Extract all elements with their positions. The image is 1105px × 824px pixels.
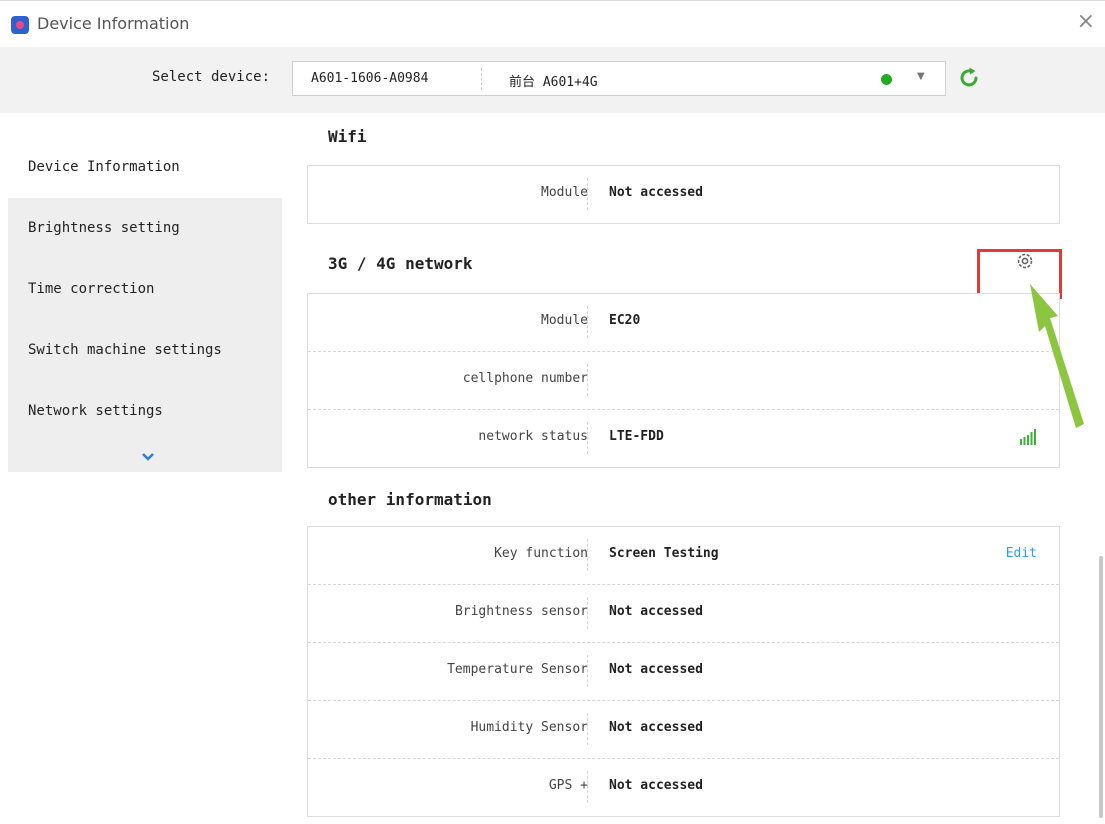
table-row: Module Not accessed: [308, 166, 1059, 223]
row-label: Humidity Sensor: [470, 720, 588, 735]
app-icon: [11, 16, 29, 34]
table-row: GPS + Not accessed: [308, 759, 1059, 816]
row-value: EC20: [609, 313, 641, 328]
row-label: Module: [541, 313, 588, 328]
select-device-label: Select device:: [152, 69, 271, 85]
row-value: Not accessed: [609, 778, 703, 793]
row-label: cellphone number: [462, 371, 588, 386]
table-row: Temperature Sensor Not accessed: [308, 643, 1059, 701]
device-id: A601-1606-A0984: [311, 71, 429, 86]
row-divider: [587, 422, 588, 454]
sidebar-item-time-correction[interactable]: Time correction: [8, 259, 282, 320]
device-select[interactable]: A601-1606-A0984 前台 A601+4G ▼: [292, 61, 946, 96]
select-divider: [481, 68, 482, 90]
row-divider: [587, 306, 588, 338]
row-label: GPS +: [548, 778, 588, 793]
row-divider: [587, 178, 588, 210]
row-divider: [587, 655, 588, 687]
row-value: Not accessed: [609, 720, 703, 735]
dropdown-caret-icon[interactable]: ▼: [917, 71, 925, 82]
wifi-section-title: Wifi: [328, 127, 367, 146]
table-row: Key function Screen Testing Edit: [308, 527, 1059, 585]
row-value: LTE-FDD: [609, 429, 664, 444]
table-row: Humidity Sensor Not accessed: [308, 701, 1059, 759]
device-name: 前台 A601+4G: [509, 75, 598, 90]
table-row: Brightness sensor Not accessed: [308, 585, 1059, 643]
row-label: Key function: [494, 546, 588, 561]
sidebar-item-label: Network settings: [28, 403, 163, 419]
row-label: network status: [478, 429, 588, 444]
window-title: Device Information: [37, 14, 190, 33]
network-section-title: 3G / 4G network: [328, 254, 473, 273]
close-icon[interactable]: ×: [1077, 11, 1095, 33]
sidebar-more-button[interactable]: [8, 442, 282, 472]
row-divider: [587, 713, 588, 745]
sidebar-item-label: Device Information: [28, 159, 180, 175]
edit-key-function-link[interactable]: Edit: [1006, 546, 1037, 561]
other-section-title: other information: [328, 490, 492, 509]
row-divider: [587, 597, 588, 629]
row-value: Screen Testing: [609, 546, 719, 561]
table-row: network status LTE-FDD: [308, 410, 1059, 467]
refresh-icon[interactable]: [956, 65, 982, 91]
chevron-down-icon: [142, 453, 154, 461]
table-row: cellphone number: [308, 352, 1059, 410]
sidebar-item-switch-machine-settings[interactable]: Switch machine settings: [8, 320, 282, 381]
row-value: Not accessed: [609, 185, 703, 200]
sidebar: Device Information Brightness setting Ti…: [0, 113, 282, 824]
sidebar-item-device-information[interactable]: Device Information: [8, 137, 282, 198]
wifi-card: Module Not accessed: [307, 165, 1060, 224]
sidebar-item-label: Time correction: [28, 281, 155, 297]
row-divider: [587, 364, 588, 396]
table-row: Module EC20: [308, 294, 1059, 352]
sidebar-item-label: Brightness setting: [28, 220, 180, 236]
row-value: Not accessed: [609, 604, 703, 619]
device-selector-bar: Select device: A601-1606-A0984 前台 A601+4…: [0, 47, 1105, 113]
sidebar-item-brightness-setting[interactable]: Brightness setting: [8, 198, 282, 259]
annotation-arrow-icon: [1030, 284, 1084, 428]
other-info-card: Key function Screen Testing Edit Brightn…: [307, 526, 1060, 817]
online-status-dot: [881, 74, 892, 85]
scrollbar-thumb[interactable]: [1099, 556, 1103, 818]
sidebar-list: Device Information Brightness setting Ti…: [8, 137, 282, 472]
row-value: Not accessed: [609, 662, 703, 677]
row-label: Brightness sensor: [454, 604, 588, 619]
network-card: Module EC20 cellphone number network sta…: [307, 293, 1060, 468]
sidebar-item-network-settings[interactable]: Network settings: [8, 381, 282, 442]
row-label: Temperature Sensor: [447, 662, 588, 677]
row-divider: [587, 539, 588, 571]
main-content: Wifi Module Not accessed 3G / 4G network…: [282, 113, 1105, 824]
title-bar: Device Information ×: [0, 0, 1105, 47]
sidebar-item-label: Switch machine settings: [28, 342, 222, 358]
row-divider: [587, 771, 588, 803]
row-label: Module: [541, 185, 588, 200]
